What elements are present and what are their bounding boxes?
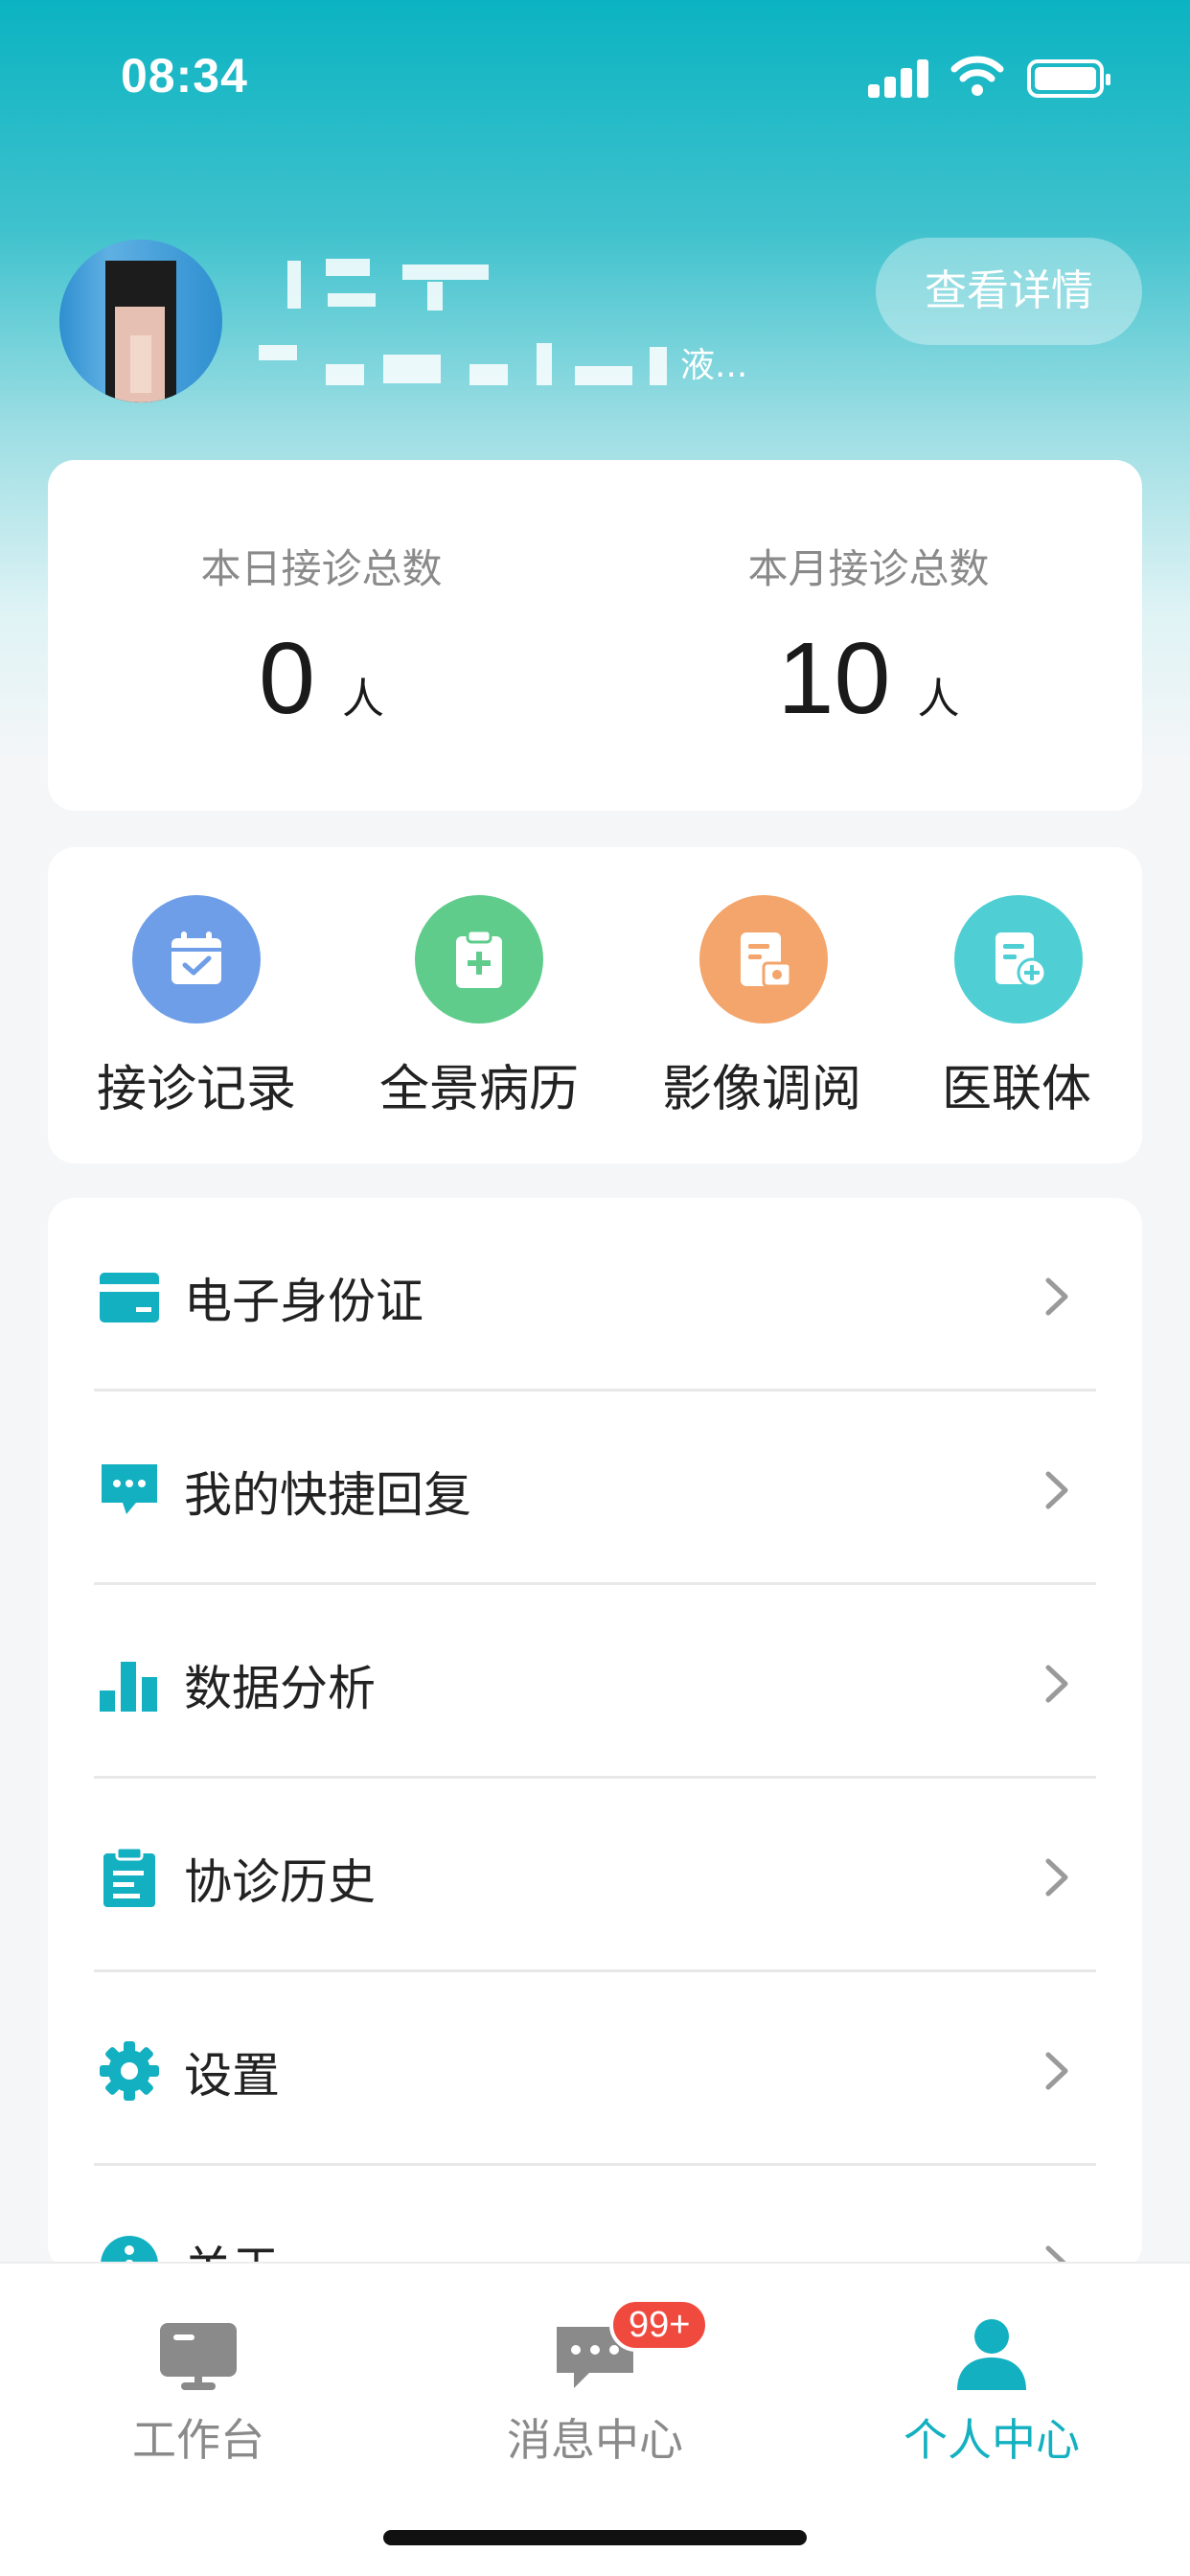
chevron-right-icon	[1045, 1858, 1068, 1897]
stat-unit: 人	[341, 675, 384, 724]
chat-bubble-icon	[102, 1464, 157, 1514]
tab-label: 消息中心	[507, 2414, 683, 2466]
bar-chart-icon	[100, 1662, 157, 1712]
menu-item-consult-history[interactable]: 协诊历史	[48, 1779, 1142, 1972]
tab-label: 个人中心	[904, 2414, 1080, 2466]
tab-messages[interactable]: 99+ 消息中心	[397, 2264, 793, 2513]
stat-month: 本月接诊总数 10 人	[595, 460, 1142, 811]
image-document-icon	[699, 895, 828, 1024]
profile-page: 08:34 液... 查看详情 本日接诊总数 0 人 本月接诊总数 10 人 接…	[0, 0, 1190, 2576]
tab-workbench[interactable]: 工作台	[0, 2264, 397, 2513]
chevron-right-icon	[1045, 2052, 1068, 2090]
quick-action-label: 全景病历	[378, 1061, 579, 1118]
person-icon	[957, 2319, 1026, 2390]
status-bar: 08:34	[0, 0, 1190, 153]
menu-item-about[interactable]: 关于	[48, 2166, 1142, 2271]
stat-value: 0	[259, 622, 315, 735]
gear-icon	[100, 2041, 159, 2101]
menu-item-label: 数据分析	[184, 1661, 376, 1716]
monitor-icon	[160, 2323, 237, 2390]
signal-icon	[868, 58, 929, 98]
tab-label: 工作台	[132, 2414, 264, 2466]
status-time: 08:34	[121, 49, 248, 103]
id-card-icon	[100, 1273, 159, 1322]
quick-action-medical-alliance[interactable]: 医联体	[891, 847, 1142, 1163]
stat-label: 本日接诊总数	[200, 545, 443, 592]
stat-value: 10	[777, 622, 891, 735]
doctor-name-suffix: 液...	[680, 346, 748, 385]
menu-item-label: 协诊历史	[184, 1854, 376, 1910]
quick-action-label: 接诊记录	[96, 1061, 296, 1118]
tab-bar: 工作台 99+ 消息中心 个人中心	[0, 2262, 1190, 2576]
calendar-check-icon	[132, 895, 261, 1024]
avatar[interactable]	[59, 240, 222, 402]
doctor-name-redacted	[259, 259, 671, 393]
menu-item-label: 我的快捷回复	[184, 1467, 471, 1523]
stats-card: 本日接诊总数 0人 本月接诊总数 10 人	[48, 460, 1142, 811]
chevron-right-icon	[1045, 1665, 1068, 1703]
menu-item-data-analysis[interactable]: 数据分析	[48, 1585, 1142, 1779]
menu-item-settings[interactable]: 设置	[48, 1972, 1142, 2166]
stat-unit: 人	[917, 675, 960, 724]
view-details-button[interactable]: 查看详情	[876, 238, 1142, 345]
quick-action-visit-records[interactable]: 接诊记录	[48, 847, 345, 1163]
quick-action-image-viewing[interactable]: 影像调阅	[623, 847, 901, 1163]
menu-item-quick-reply[interactable]: 我的快捷回复	[48, 1392, 1142, 1585]
quick-actions-card: 接诊记录 全景病历 影像调阅 医联体	[48, 847, 1142, 1163]
clipboard-list-icon	[103, 1846, 155, 1907]
medical-document-icon	[954, 895, 1083, 1024]
home-indicator[interactable]	[383, 2530, 807, 2545]
stat-today: 本日接诊总数 0人	[48, 460, 595, 811]
chevron-right-icon	[1045, 1471, 1068, 1509]
stat-label: 本月接诊总数	[747, 545, 990, 592]
wifi-icon	[950, 56, 1004, 96]
menu-item-label: 电子身份证	[184, 1274, 423, 1329]
menu-item-id-card[interactable]: 电子身份证	[48, 1198, 1142, 1392]
menu-list: 电子身份证 我的快捷回复 数据分析 协诊历史 设置 关于	[48, 1198, 1142, 2271]
battery-icon	[1027, 59, 1110, 98]
menu-item-label: 设置	[184, 2048, 280, 2104]
tab-personal-center[interactable]: 个人中心	[793, 2264, 1190, 2513]
medical-clipboard-icon	[415, 895, 543, 1024]
chevron-right-icon	[1045, 1277, 1068, 1316]
unread-badge: 99+	[609, 2298, 710, 2352]
quick-action-panoramic-records[interactable]: 全景病历	[335, 847, 623, 1163]
quick-action-label: 医联体	[941, 1061, 1091, 1118]
quick-action-label: 影像调阅	[661, 1061, 861, 1118]
